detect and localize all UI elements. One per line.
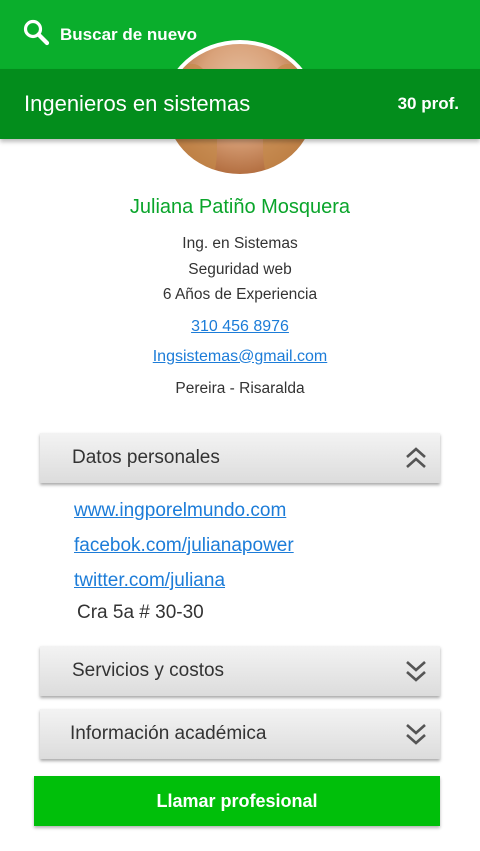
facebook-link[interactable]: facebok.com/julianapower bbox=[74, 532, 294, 567]
category-title: Ingenieros en sistemas bbox=[24, 91, 251, 116]
profile-location: Pereira - Risaralda bbox=[175, 379, 305, 397]
profile-name: Juliana Patiño Mosquera bbox=[129, 196, 351, 218]
call-professional-button[interactable]: Llamar profesional bbox=[34, 776, 440, 826]
search-again-label: Buscar de nuevo bbox=[60, 24, 197, 44]
profile-specialty: Seguridad web bbox=[188, 260, 292, 278]
category-header: Ingenieros en sistemas 30 prof. bbox=[0, 69, 480, 139]
double-chevron-up-icon bbox=[404, 445, 428, 471]
double-chevron-down-icon bbox=[404, 721, 428, 747]
professional-count: 30 prof. bbox=[397, 94, 459, 113]
services-accordion[interactable]: Servicios y costos bbox=[40, 646, 440, 696]
double-chevron-down-icon bbox=[404, 658, 428, 684]
services-label: Servicios y costos bbox=[72, 660, 225, 681]
personal-data-accordion[interactable]: Datos personales bbox=[40, 433, 440, 483]
address-text: Cra 5a # 30-30 bbox=[77, 602, 204, 623]
profile-experience: 6 Años de Experiencia bbox=[162, 286, 318, 303]
email-link[interactable]: Ingsistemas@gmail.com bbox=[0, 342, 480, 372]
academic-accordion[interactable]: Información académica bbox=[40, 709, 440, 759]
personal-data-content: www.ingporelmundo.com facebok.com/julian… bbox=[74, 497, 294, 624]
phone-link[interactable]: 310 456 8976 bbox=[0, 312, 480, 342]
personal-data-label: Datos personales bbox=[72, 447, 220, 468]
profile-card: Juliana Patiño Mosquera Ing. en Sistemas… bbox=[0, 196, 480, 401]
profile-profession: Ing. en Sistemas bbox=[182, 235, 298, 252]
search-icon bbox=[22, 18, 50, 51]
academic-label: Información académica bbox=[70, 723, 267, 744]
website-link[interactable]: www.ingporelmundo.com bbox=[74, 497, 294, 532]
twitter-link[interactable]: twitter.com/juliana bbox=[74, 567, 294, 602]
